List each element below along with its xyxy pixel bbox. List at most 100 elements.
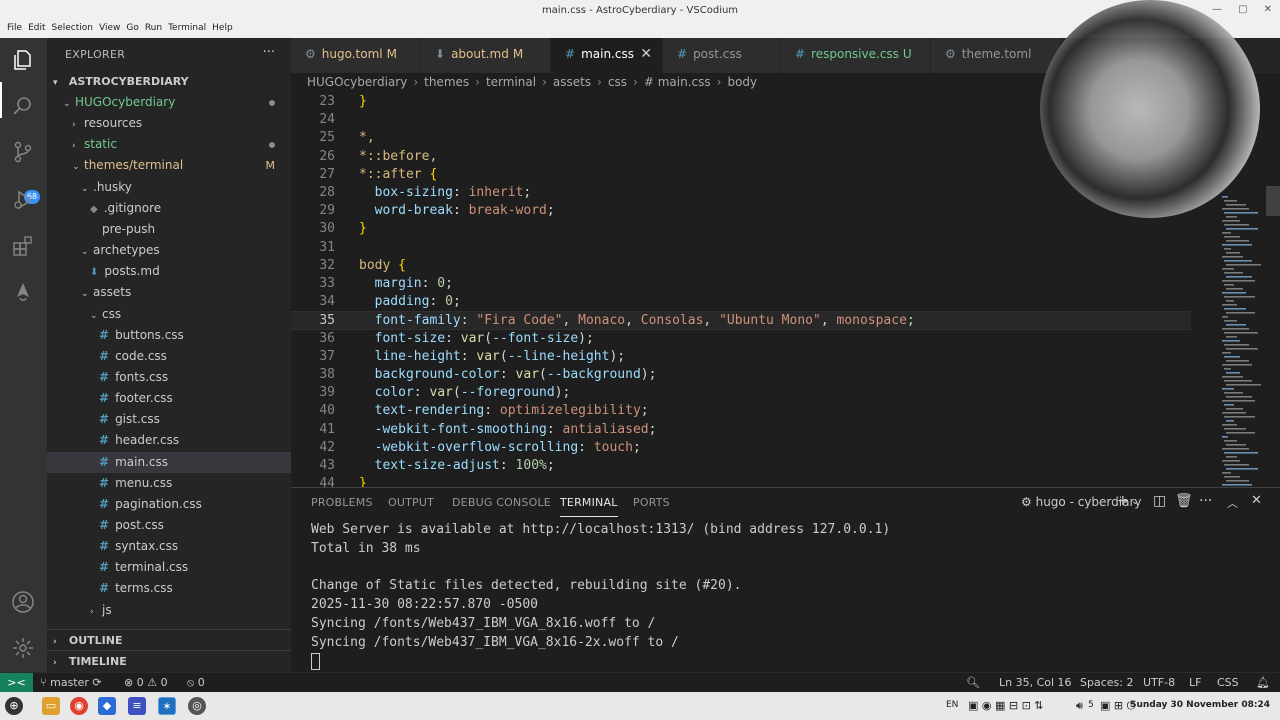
source-control-icon[interactable] <box>11 140 35 164</box>
tree-item[interactable]: # post.css <box>47 515 291 536</box>
tree-item[interactable]: pre-push <box>47 219 291 240</box>
tree-item[interactable]: ⌄ themes/terminal M <box>47 155 291 176</box>
tab-hugo-toml[interactable]: ⚙ hugo.toml M <box>291 38 421 73</box>
end-of-line[interactable]: LF <box>1189 676 1201 689</box>
menu-selection[interactable]: Selection <box>49 23 96 33</box>
code-line[interactable]: 41 -webkit-font-smoothing: antialiased; <box>291 421 1191 439</box>
tab-responsive-css[interactable]: # responsive.css U <box>781 38 931 73</box>
panel-tab-problems[interactable]: PROBLEMS <box>311 495 373 517</box>
breadcrumb-item[interactable]: assets <box>553 75 591 89</box>
tree-item[interactable]: # fonts.css <box>47 367 291 388</box>
language-mode[interactable]: CSS <box>1217 676 1239 689</box>
menu-terminal[interactable]: Terminal <box>165 23 209 33</box>
encoding[interactable]: UTF-8 <box>1143 676 1175 689</box>
code-line[interactable]: 39 color: var(--foreground); <box>291 384 1191 402</box>
minimap[interactable] <box>1220 196 1270 487</box>
tree-item[interactable]: # buttons.css <box>47 325 291 346</box>
tree-item[interactable]: › static <box>47 134 291 155</box>
tab-about-md[interactable]: ⬇ about.md M <box>421 38 551 73</box>
code-line[interactable]: 40 text-rendering: optimizelegibility; <box>291 402 1191 420</box>
settings-gear-icon[interactable] <box>11 636 35 660</box>
tab-theme-toml[interactable]: ⚙ theme.toml <box>931 38 1061 73</box>
files-icon[interactable]: ▭ <box>42 697 60 715</box>
explorer-icon[interactable] <box>11 48 35 72</box>
code-line[interactable]: 29 word-break: break-word; <box>291 202 1191 220</box>
tree-item[interactable]: › js <box>47 600 291 621</box>
code-line[interactable]: 30} <box>291 220 1191 238</box>
tree-item[interactable]: # pagination.css <box>47 494 291 515</box>
more-actions-icon[interactable]: ··· <box>263 45 275 60</box>
indentation[interactable]: Spaces: 2 <box>1080 676 1133 689</box>
app-icon[interactable]: ◆ <box>98 697 116 715</box>
menu-run[interactable]: Run <box>142 23 165 33</box>
tree-item[interactable]: ⌄ archetypes <box>47 240 291 261</box>
close-window-icon[interactable]: ✕ <box>1264 4 1272 15</box>
vscodium-icon[interactable]: ✶ <box>158 697 176 715</box>
tree-item[interactable]: ⌄ HUGOcyberdiary <box>47 92 291 113</box>
panel-tab-terminal[interactable]: TERMINAL <box>560 495 618 517</box>
menu-go[interactable]: Go <box>123 23 141 33</box>
zoom-icon[interactable]: 🔍︎ <box>966 676 980 689</box>
breadcrumb-item[interactable]: HUGOcyberdiary <box>307 75 407 89</box>
menu-help[interactable]: Help <box>209 23 236 33</box>
account-icon[interactable] <box>11 590 35 614</box>
breadcrumb-item[interactable]: # main.css <box>644 75 711 89</box>
breadcrumb-item[interactable]: themes <box>424 75 469 89</box>
code-line[interactable]: 35 font-family: "Fira Code", Monaco, Con… <box>291 311 1191 330</box>
code-line[interactable]: 43 text-size-adjust: 100%; <box>291 457 1191 475</box>
branch-status[interactable]: ⑂ master ⟳ <box>40 676 102 689</box>
timeline-section[interactable]: › TIMELINE <box>47 650 291 671</box>
code-line[interactable]: 31 <box>291 239 1191 257</box>
tree-item[interactable]: # code.css <box>47 346 291 367</box>
search-icon[interactable] <box>11 94 35 118</box>
minimize-icon[interactable]: — <box>1212 4 1222 15</box>
panel-tab-debug-console[interactable]: DEBUG CONSOLE <box>452 495 551 517</box>
start-menu-icon[interactable]: ⊕ <box>5 697 23 715</box>
code-line[interactable]: 44} <box>291 475 1191 487</box>
maximize-icon[interactable]: ▢ <box>1238 4 1247 15</box>
code-line[interactable]: 42 -webkit-overflow-scrolling: touch; <box>291 439 1191 457</box>
run-debug-icon[interactable] <box>11 188 35 212</box>
editor-app-icon[interactable]: ≡ <box>128 697 146 715</box>
editor-scrollbar[interactable] <box>1266 186 1280 216</box>
tree-item[interactable]: ⌄ .husky <box>47 177 291 198</box>
tray-icons[interactable]: ▣ ◉ ▦ ⊟ ⊡ ⇅ <box>968 699 1044 712</box>
tab-main-css[interactable]: # main.css ✕ <box>551 38 663 73</box>
code-line[interactable]: 28 box-sizing: inherit; <box>291 184 1191 202</box>
code-line[interactable]: 33 margin: 0; <box>291 275 1191 293</box>
tree-item[interactable]: # gist.css <box>47 409 291 430</box>
browser-icon[interactable]: ◉ <box>70 697 88 715</box>
outline-section[interactable]: › OUTLINE <box>47 629 291 650</box>
remote-icon[interactable]: >< <box>0 673 33 693</box>
menu-view[interactable]: View <box>96 23 123 33</box>
split-terminal-icon[interactable]: ◫ <box>1153 493 1166 509</box>
tree-item[interactable]: # footer.css <box>47 388 291 409</box>
new-terminal-icon[interactable]: + <box>1117 493 1129 509</box>
problems-status[interactable]: ⊗ 0 ⚠ 0 <box>124 676 168 689</box>
breadcrumb-item[interactable]: css <box>608 75 627 89</box>
code-line[interactable]: 32 body { <box>291 257 1191 275</box>
code-line[interactable]: 34 padding: 0; <box>291 293 1191 311</box>
tab-post-css[interactable]: # post.css <box>663 38 781 73</box>
workspace-header[interactable]: ▾ ASTROCYBERDIARY <box>47 71 291 92</box>
panel-tab-output[interactable]: OUTPUT <box>388 495 434 517</box>
code-line[interactable]: 37 line-height: var(--line-height); <box>291 348 1191 366</box>
tree-item[interactable]: # terms.css <box>47 578 291 599</box>
notifications-icon[interactable]: 🔔︎ <box>1256 676 1270 689</box>
panel-tab-ports[interactable]: PORTS <box>633 495 670 517</box>
volume-icon[interactable]: 🔊︎ <box>1076 699 1083 713</box>
tree-item[interactable]: ⬇ posts.md <box>47 261 291 282</box>
more-actions-icon[interactable]: ··· <box>1199 493 1212 509</box>
tree-item[interactable]: # syntax.css <box>47 536 291 557</box>
extensions-icon[interactable] <box>11 234 35 258</box>
cursor-position[interactable]: Ln 35, Col 16 <box>999 676 1072 689</box>
clock[interactable]: Sunday 30 November 08:24 <box>1130 700 1270 710</box>
tree-item[interactable]: ◆ .gitignore <box>47 198 291 219</box>
tree-item[interactable]: # header.css <box>47 430 291 451</box>
tree-item[interactable]: # main.css <box>47 451 291 473</box>
close-tab-icon[interactable]: ✕ <box>640 38 652 71</box>
maximize-panel-icon[interactable]: ︿ <box>1227 495 1238 511</box>
keyboard-layout[interactable]: EN <box>946 700 958 710</box>
tree-item[interactable]: ⌄ assets <box>47 282 291 303</box>
obs-icon[interactable]: ◎ <box>188 697 206 715</box>
